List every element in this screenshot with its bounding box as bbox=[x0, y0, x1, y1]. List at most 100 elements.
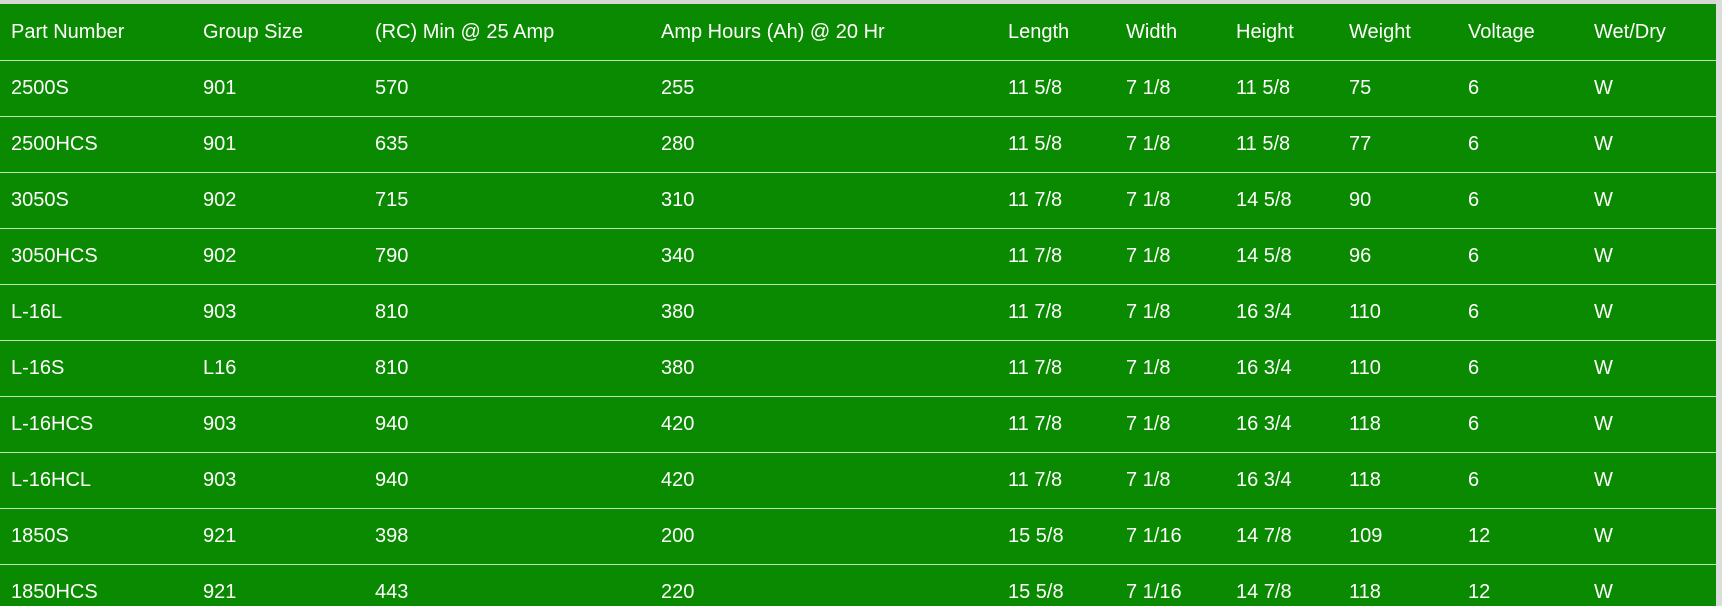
cell-amp-hours: 200 bbox=[650, 508, 997, 565]
cell-height: 11 5/8 bbox=[1225, 60, 1338, 117]
cell-width: 7 1/16 bbox=[1115, 564, 1225, 606]
cell-width: 7 1/8 bbox=[1115, 116, 1225, 173]
cell-length: 11 7/8 bbox=[997, 228, 1115, 285]
cell-wet-dry: W bbox=[1583, 284, 1716, 341]
cell-voltage: 6 bbox=[1457, 60, 1583, 117]
cell-weight: 109 bbox=[1338, 508, 1457, 565]
cell-wet-dry: W bbox=[1583, 60, 1716, 117]
cell-length: 11 5/8 bbox=[997, 116, 1115, 173]
cell-height: 14 5/8 bbox=[1225, 172, 1338, 229]
cell-voltage: 12 bbox=[1457, 508, 1583, 565]
table-row: 1850S 921 398 200 15 5/8 7 1/16 14 7/8 109 12 W bbox=[0, 508, 1716, 565]
header-length: Length bbox=[997, 4, 1115, 61]
cell-wet-dry: W bbox=[1583, 228, 1716, 285]
cell-reserve-capacity: 810 bbox=[364, 340, 650, 397]
cell-height: 14 5/8 bbox=[1225, 228, 1338, 285]
cell-reserve-capacity: 715 bbox=[364, 172, 650, 229]
cell-length: 11 7/8 bbox=[997, 452, 1115, 509]
cell-width: 7 1/8 bbox=[1115, 228, 1225, 285]
cell-weight: 118 bbox=[1338, 564, 1457, 606]
cell-wet-dry: W bbox=[1583, 340, 1716, 397]
header-height: Height bbox=[1225, 4, 1338, 61]
cell-part-number: L-16HCS bbox=[0, 396, 192, 453]
cell-voltage: 6 bbox=[1457, 116, 1583, 173]
cell-group-size: 901 bbox=[192, 116, 364, 173]
cell-reserve-capacity: 398 bbox=[364, 508, 650, 565]
cell-height: 16 3/4 bbox=[1225, 396, 1338, 453]
cell-group-size: 902 bbox=[192, 172, 364, 229]
table-row: 3050S 902 715 310 11 7/8 7 1/8 14 5/8 90 6 W bbox=[0, 172, 1716, 229]
battery-spec-table: Part Number Group Size (RC) Min @ 25 Amp… bbox=[0, 4, 1716, 606]
table-row: 2500HCS 901 635 280 11 5/8 7 1/8 11 5/8 77 6 W bbox=[0, 116, 1716, 173]
table-row: 1850HCS 921 443 220 15 5/8 7 1/16 14 7/8 118 12 W bbox=[0, 564, 1716, 606]
vertical-scrollbar[interactable] bbox=[1716, 0, 1722, 606]
cell-length: 11 7/8 bbox=[997, 172, 1115, 229]
header-width: Width bbox=[1115, 4, 1225, 61]
cell-reserve-capacity: 635 bbox=[364, 116, 650, 173]
cell-reserve-capacity: 940 bbox=[364, 452, 650, 509]
header-amp-hours: Amp Hours (Ah) @ 20 Hr bbox=[650, 4, 997, 61]
cell-weight: 77 bbox=[1338, 116, 1457, 173]
cell-part-number: 3050HCS bbox=[0, 228, 192, 285]
cell-reserve-capacity: 810 bbox=[364, 284, 650, 341]
cell-weight: 75 bbox=[1338, 60, 1457, 117]
cell-voltage: 12 bbox=[1457, 564, 1583, 606]
cell-amp-hours: 280 bbox=[650, 116, 997, 173]
cell-amp-hours: 340 bbox=[650, 228, 997, 285]
cell-height: 14 7/8 bbox=[1225, 508, 1338, 565]
table-header: Part Number Group Size (RC) Min @ 25 Amp… bbox=[0, 4, 1716, 61]
header-part-number: Part Number bbox=[0, 4, 192, 61]
cell-height: 16 3/4 bbox=[1225, 340, 1338, 397]
cell-part-number: L-16L bbox=[0, 284, 192, 341]
cell-group-size: 903 bbox=[192, 396, 364, 453]
cell-group-size: 901 bbox=[192, 60, 364, 117]
cell-voltage: 6 bbox=[1457, 396, 1583, 453]
cell-length: 15 5/8 bbox=[997, 564, 1115, 606]
cell-width: 7 1/16 bbox=[1115, 508, 1225, 565]
cell-voltage: 6 bbox=[1457, 340, 1583, 397]
cell-height: 16 3/4 bbox=[1225, 452, 1338, 509]
cell-part-number: L-16S bbox=[0, 340, 192, 397]
table-row: L-16HCS 903 940 420 11 7/8 7 1/8 16 3/4 118 6 W bbox=[0, 396, 1716, 453]
cell-wet-dry: W bbox=[1583, 452, 1716, 509]
table-row: L-16HCL 903 940 420 11 7/8 7 1/8 16 3/4 118 6 W bbox=[0, 452, 1716, 509]
cell-voltage: 6 bbox=[1457, 452, 1583, 509]
cell-length: 11 7/8 bbox=[997, 340, 1115, 397]
table-row: 3050HCS 902 790 340 11 7/8 7 1/8 14 5/8 96 6 W bbox=[0, 228, 1716, 285]
cell-width: 7 1/8 bbox=[1115, 452, 1225, 509]
table-row: 2500S 901 570 255 11 5/8 7 1/8 11 5/8 75 6 W bbox=[0, 60, 1716, 117]
header-weight: Weight bbox=[1338, 4, 1457, 61]
cell-wet-dry: W bbox=[1583, 172, 1716, 229]
battery-spec-table-container: Part Number Group Size (RC) Min @ 25 Amp… bbox=[0, 4, 1716, 606]
cell-reserve-capacity: 443 bbox=[364, 564, 650, 606]
header-voltage: Voltage bbox=[1457, 4, 1583, 61]
cell-amp-hours: 255 bbox=[650, 60, 997, 117]
table-row: L-16L 903 810 380 11 7/8 7 1/8 16 3/4 110 6 W bbox=[0, 284, 1716, 341]
cell-group-size: 903 bbox=[192, 452, 364, 509]
cell-weight: 96 bbox=[1338, 228, 1457, 285]
cell-group-size: 902 bbox=[192, 228, 364, 285]
cell-weight: 118 bbox=[1338, 452, 1457, 509]
cell-reserve-capacity: 790 bbox=[364, 228, 650, 285]
cell-voltage: 6 bbox=[1457, 284, 1583, 341]
cell-amp-hours: 420 bbox=[650, 452, 997, 509]
cell-width: 7 1/8 bbox=[1115, 172, 1225, 229]
cell-voltage: 6 bbox=[1457, 172, 1583, 229]
cell-part-number: 2500S bbox=[0, 60, 192, 117]
table-body: 2500S 901 570 255 11 5/8 7 1/8 11 5/8 75 6 W 2500H… bbox=[0, 60, 1716, 606]
cell-width: 7 1/8 bbox=[1115, 396, 1225, 453]
cell-weight: 110 bbox=[1338, 284, 1457, 341]
page-frame: Part Number Group Size (RC) Min @ 25 Amp… bbox=[0, 0, 1722, 606]
table-row: L-16S L16 810 380 11 7/8 7 1/8 16 3/4 110 6 W bbox=[0, 340, 1716, 397]
cell-height: 16 3/4 bbox=[1225, 284, 1338, 341]
header-wet-dry: Wet/Dry bbox=[1583, 4, 1716, 61]
cell-amp-hours: 380 bbox=[650, 284, 997, 341]
cell-length: 11 5/8 bbox=[997, 60, 1115, 117]
cell-part-number: L-16HCL bbox=[0, 452, 192, 509]
cell-amp-hours: 310 bbox=[650, 172, 997, 229]
cell-part-number: 1850S bbox=[0, 508, 192, 565]
cell-group-size: L16 bbox=[192, 340, 364, 397]
cell-weight: 118 bbox=[1338, 396, 1457, 453]
header-group-size: Group Size bbox=[192, 4, 364, 61]
cell-wet-dry: W bbox=[1583, 564, 1716, 606]
